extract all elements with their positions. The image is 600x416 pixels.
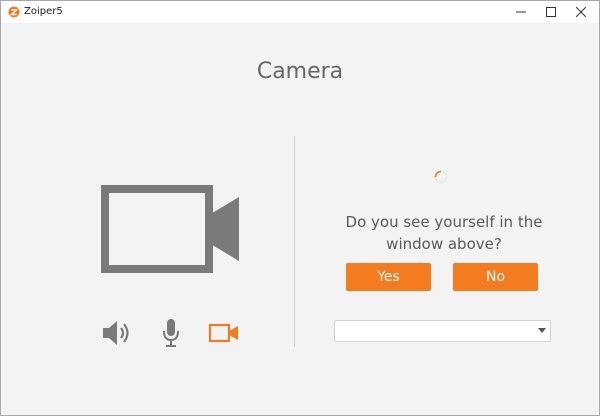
maximize-button[interactable] [535,1,567,23]
close-icon [576,7,586,17]
speaker-icon[interactable] [101,318,133,348]
zoiper-logo-icon [8,6,20,18]
camera-device-select[interactable] [334,320,551,342]
minimize-button[interactable] [505,1,537,23]
video-camera-icon[interactable] [208,318,240,348]
microphone-icon[interactable] [161,318,181,348]
window-title: Zoiper5 [24,6,63,17]
app-window: Zoiper5 Camera Do you see yourself in th… [0,0,600,416]
chevron-down-icon [538,328,546,333]
yes-button[interactable]: Yes [346,263,431,291]
panel-divider [294,136,295,347]
page-title: Camera [256,59,344,84]
no-button[interactable]: No [453,263,538,291]
loading-spinner-icon [434,170,448,184]
minimize-icon [516,11,526,13]
camera-test-question: Do you see yourself in the window above? [345,213,543,253]
close-button[interactable] [565,1,597,23]
camera-test-panel: Camera Do you see yourself in the window… [1,23,599,415]
title-bar[interactable]: Zoiper5 [1,1,599,23]
maximize-icon [546,7,556,17]
camera-preview-icon [101,185,239,273]
